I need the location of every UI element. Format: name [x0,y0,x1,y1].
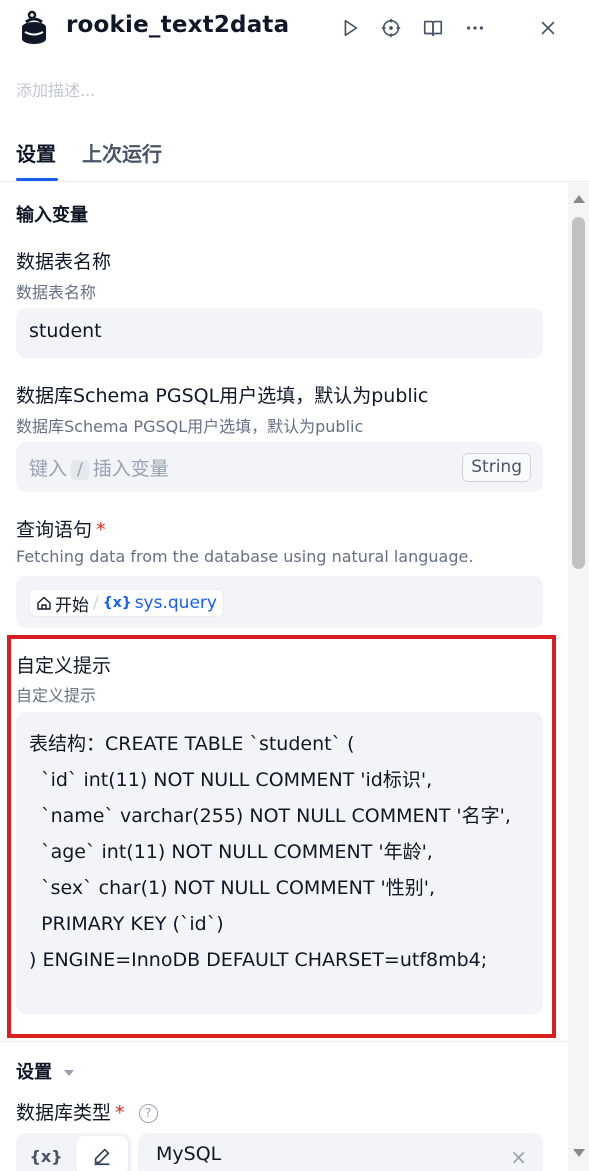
variable-icon: {x} [102,595,132,611]
schema-placeholder: 键入 / 插入变量 [29,454,169,481]
db-type-label: 数据库类型 *? [16,1098,158,1125]
description-input[interactable]: 添加描述... [16,77,95,101]
settings-panel: 输入变量 数据表名称 数据表名称 student 数据库Schema PGSQL… [0,183,568,1171]
query-input[interactable]: 开始 / {x} sys.query [16,576,543,628]
home-icon [37,596,51,610]
db-type-value: MySQL [156,1143,222,1165]
scrollbar-thumb[interactable] [572,217,585,569]
scroll-up-arrow-icon[interactable] [573,195,585,203]
table-name-value: student [29,320,102,342]
crosshair-icon [381,18,401,38]
app-logo-icon [18,10,50,46]
db-type-label-text: 数据库类型 [16,1102,112,1124]
scroll-down-arrow-icon[interactable] [573,1149,585,1157]
chip-separator: / [93,593,99,613]
schema-label: 数据库Schema PGSQL用户选填，默认为public [16,385,429,407]
tab-settings[interactable]: 设置 [16,138,56,167]
variable-mode-button[interactable]: {x} [20,1136,72,1171]
variable-name: sys.query [134,593,217,613]
type-badge: String [462,453,531,482]
input-mode-toggle: {x} [16,1133,132,1171]
help-icon[interactable]: ? [138,1104,158,1123]
app-title: rookie_text2data [66,12,290,38]
section-divider [0,1041,568,1042]
pencil-icon [94,1148,110,1166]
custom-prompt-label: 自定义提示 [16,655,112,677]
settings-section-toggle[interactable]: 设置 [16,1058,75,1084]
required-mark: * [96,519,106,541]
table-name-input[interactable]: student [16,308,543,358]
variable-icon: {x} [29,1146,63,1166]
placeholder-insert-var: 插入变量 [92,458,169,480]
slash-key: / [71,460,89,480]
variable-chip[interactable]: 开始 / {x} sys.query [29,589,224,617]
locate-button[interactable] [377,14,405,42]
custom-prompt-description: 自定义提示 [16,686,97,705]
close-icon [541,21,555,35]
query-label-text: 查询语句 [16,519,93,541]
book-icon [423,20,443,37]
query-label: 查询语句 * [16,515,106,542]
tab-bar: 设置 上次运行 [0,128,589,182]
custom-prompt-textarea[interactable]: 表结构：CREATE TABLE `student` ( `id` int(11… [16,712,543,1014]
caret-down-icon [64,1070,75,1076]
placeholder-type: 键入 [29,458,68,480]
panel-header: rookie_text2data [0,0,589,56]
table-name-description: 数据表名称 [16,283,97,302]
schema-input[interactable]: 键入 / 插入变量 String [16,442,543,492]
db-type-select[interactable]: MySQL × [138,1133,543,1171]
table-name-label: 数据表名称 [16,251,112,273]
clear-icon[interactable]: × [510,1145,527,1169]
more-button[interactable] [461,14,489,42]
active-tab-indicator [16,178,58,181]
close-button[interactable] [534,14,562,42]
constant-mode-button[interactable] [76,1136,128,1171]
required-mark: * [115,1102,125,1124]
custom-prompt-value: 表结构：CREATE TABLE `student` ( `id` int(11… [29,733,511,971]
query-description: Fetching data from the database using na… [16,547,474,566]
run-button[interactable] [336,14,364,42]
run-icon [344,19,358,37]
tab-last-run[interactable]: 上次运行 [82,138,162,167]
scrollbar[interactable] [568,183,589,1171]
schema-description: 数据库Schema PGSQL用户选填，默认为public [16,417,364,436]
more-icon [466,26,484,30]
input-vars-title: 输入变量 [16,205,88,226]
settings-title: 设置 [16,1062,52,1083]
docs-button[interactable] [419,14,447,42]
start-node-label: 开始 [55,595,89,616]
